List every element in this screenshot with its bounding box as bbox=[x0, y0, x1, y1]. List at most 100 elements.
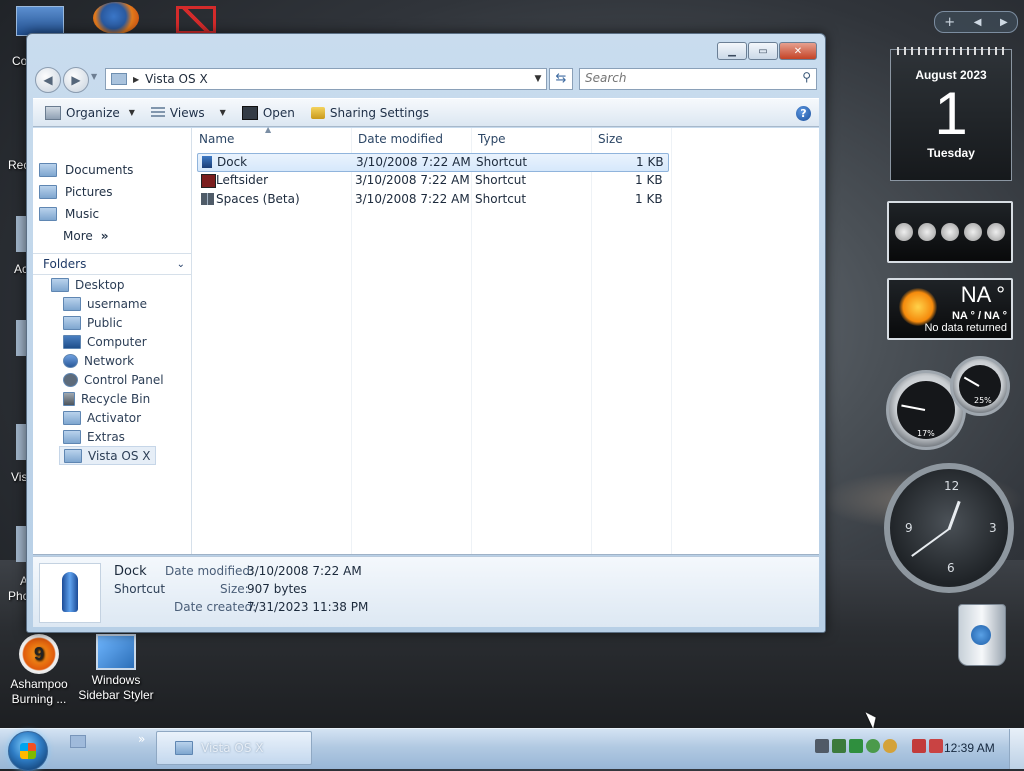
detail-file-name: Dock bbox=[114, 564, 147, 579]
tree-item-network[interactable]: Network bbox=[59, 352, 138, 369]
key-icon[interactable] bbox=[987, 223, 1005, 241]
tree-item-extras[interactable]: Extras bbox=[59, 428, 129, 445]
column-header-size[interactable]: Size bbox=[598, 132, 623, 146]
network-tray-icon[interactable] bbox=[832, 739, 846, 753]
pictures-folder-icon bbox=[39, 185, 57, 199]
tree-item-label: Vista OS X bbox=[88, 448, 151, 463]
favorite-link-documents[interactable]: Documents bbox=[39, 163, 133, 177]
app-desktop-icon[interactable] bbox=[176, 6, 216, 34]
open-button[interactable]: Open bbox=[236, 104, 301, 122]
file-row[interactable]: Spaces (Beta) 3/10/2008 7:22 AM Shortcut… bbox=[197, 191, 667, 208]
back-button[interactable]: ◀ bbox=[35, 67, 61, 93]
help-icon[interactable]: ? bbox=[796, 106, 811, 121]
previous-gadget-icon[interactable]: ◀ bbox=[974, 17, 982, 28]
column-header-type[interactable]: Type bbox=[478, 132, 506, 146]
add-gadget-icon[interactable]: + bbox=[944, 15, 955, 30]
lock-icon[interactable] bbox=[895, 223, 913, 241]
start-button[interactable] bbox=[8, 731, 48, 771]
tree-item-username[interactable]: username bbox=[59, 295, 151, 312]
next-gadget-icon[interactable]: ▶ bbox=[1000, 17, 1008, 28]
firefox-desktop-icon[interactable] bbox=[93, 2, 139, 34]
folders-header[interactable]: Folders ⌄ bbox=[33, 253, 191, 275]
address-dropdown-icon[interactable]: ▼ bbox=[530, 74, 546, 84]
computer-desktop-icon[interactable] bbox=[16, 6, 64, 36]
details-pane: Dock Shortcut Date modified: 3/10/2008 7… bbox=[33, 556, 819, 627]
calendar-gadget[interactable]: August 2023 1 Tuesday bbox=[890, 47, 1012, 181]
tree-item-desktop[interactable]: Desktop bbox=[47, 276, 129, 293]
tree-item-control-panel[interactable]: Control Panel bbox=[59, 371, 168, 388]
tree-item-public[interactable]: Public bbox=[59, 314, 127, 331]
refresh-button[interactable]: ⇆ bbox=[549, 68, 573, 90]
ashampoo-desktop-icon[interactable]: 9 Ashampoo Burning ... bbox=[0, 634, 78, 707]
clock-number: 6 bbox=[947, 561, 955, 575]
power-icon[interactable] bbox=[941, 223, 959, 241]
desktop-edge-icon[interactable] bbox=[16, 320, 26, 356]
maximize-button[interactable]: ▭ bbox=[748, 42, 778, 60]
column-header-name[interactable]: Name bbox=[199, 132, 234, 146]
leftsider-shortcut-icon bbox=[201, 174, 216, 188]
column-divider bbox=[671, 128, 672, 554]
back-arrow-icon: ◀ bbox=[43, 73, 53, 87]
tree-item-label: Public bbox=[87, 315, 123, 330]
views-icon bbox=[150, 106, 165, 119]
sleep-icon[interactable] bbox=[918, 223, 936, 241]
close-button[interactable]: ✕ bbox=[779, 42, 817, 60]
tree-item-activator[interactable]: Activator bbox=[59, 409, 145, 426]
sort-ascending-icon: ▲ bbox=[265, 125, 272, 134]
forward-button[interactable]: ▶ bbox=[63, 67, 89, 93]
windows-logo-icon bbox=[20, 743, 36, 759]
ashampoo-icon: 9 bbox=[19, 634, 59, 674]
volume-muted-tray-icon[interactable] bbox=[929, 739, 943, 753]
taskbar-button-vista-os-x[interactable]: Vista OS X bbox=[156, 731, 312, 765]
desktop-edge-icon[interactable] bbox=[16, 526, 26, 562]
address-path: Vista OS X bbox=[145, 72, 208, 86]
sharing-settings-button[interactable]: Sharing Settings bbox=[305, 104, 435, 122]
address-bar[interactable]: ▶ Vista OS X ▼ bbox=[105, 68, 547, 90]
folders-label: Folders bbox=[43, 257, 87, 271]
favorite-label: More bbox=[63, 229, 93, 243]
search-icon[interactable]: ⚲ bbox=[802, 70, 811, 84]
recycle-bin-icon bbox=[63, 391, 75, 406]
system-clock[interactable]: 12:39 AM bbox=[944, 741, 995, 755]
favorite-link-more[interactable]: More » bbox=[63, 229, 109, 243]
favorite-link-pictures[interactable]: Pictures bbox=[39, 185, 113, 199]
desktop-edge-icon[interactable] bbox=[16, 424, 26, 460]
folder-icon bbox=[175, 741, 193, 755]
vista-os-x-folder-icon bbox=[64, 448, 82, 463]
tree-item-recycle-bin[interactable]: Recycle Bin bbox=[59, 390, 154, 407]
recycle-bin-desktop-icon[interactable] bbox=[958, 604, 1006, 666]
sun-icon bbox=[899, 288, 937, 326]
quicklaunch-expand-icon[interactable]: » bbox=[138, 732, 145, 746]
search-input[interactable] bbox=[580, 69, 790, 87]
keyboard-tray-icon[interactable] bbox=[815, 739, 829, 753]
desktop-edge-icon[interactable] bbox=[16, 216, 26, 252]
tree-item-computer[interactable]: Computer bbox=[59, 333, 151, 350]
show-desktop-button[interactable] bbox=[1009, 729, 1024, 769]
display-tray-icon[interactable] bbox=[912, 739, 926, 753]
security-tray-icon[interactable] bbox=[849, 739, 863, 753]
system-tray bbox=[815, 739, 943, 753]
organize-button[interactable]: Organize ▼ bbox=[39, 104, 141, 122]
file-row[interactable]: Leftsider 3/10/2008 7:22 AM Shortcut 1 K… bbox=[197, 172, 667, 189]
tree-item-vista-os-x[interactable]: Vista OS X bbox=[59, 446, 156, 465]
switch-user-icon[interactable] bbox=[964, 223, 982, 241]
detail-size-label: Size: bbox=[220, 582, 249, 596]
tree-item-label: Computer bbox=[87, 334, 147, 349]
favorite-link-music[interactable]: Music bbox=[39, 207, 99, 221]
recent-pages-chevron-icon[interactable]: ▼ bbox=[91, 72, 97, 81]
views-button[interactable]: Views ▼ bbox=[145, 104, 232, 122]
computer-icon bbox=[63, 334, 81, 349]
minimize-icon: ▁ bbox=[728, 45, 736, 57]
show-desktop-quicklaunch-icon[interactable] bbox=[70, 735, 86, 748]
sidebar-styler-desktop-icon[interactable]: Windows Sidebar Styler bbox=[77, 634, 155, 703]
calendar-day: 1 bbox=[934, 80, 968, 147]
update-tray-icon[interactable] bbox=[866, 739, 880, 753]
memory-gauge[interactable]: 25% bbox=[950, 356, 1010, 416]
column-header-date-modified[interactable]: Date modified bbox=[358, 132, 443, 146]
file-row[interactable]: Dock 3/10/2008 7:22 AM Shortcut 1 KB bbox=[197, 153, 669, 172]
clock-gadget[interactable]: 12 3 6 9 bbox=[884, 463, 1014, 593]
minimize-button[interactable]: ▁ bbox=[717, 42, 747, 60]
network-icon bbox=[63, 353, 78, 368]
weather-gadget[interactable]: NA ° NA ° / NA ° No data returned bbox=[887, 278, 1013, 340]
shield-tray-icon[interactable] bbox=[883, 739, 897, 753]
